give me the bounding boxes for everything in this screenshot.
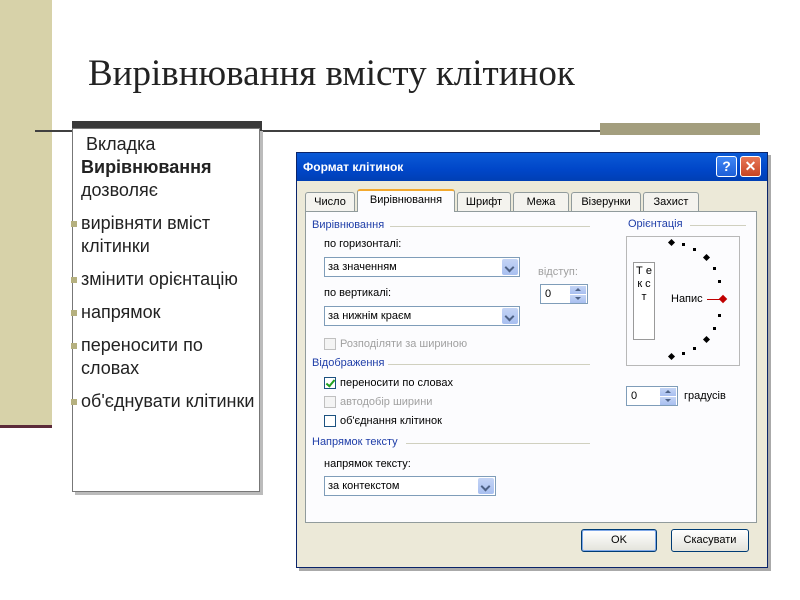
section-orientation: Орієнтація [628,218,683,230]
bullet-text: змінити орієнтацію [81,269,238,289]
vertical-text-button[interactable]: Т е к с т [633,262,655,340]
wrap-text-checkbox[interactable] [324,377,336,389]
tab-border[interactable]: Межа [513,192,569,211]
stepper-up-icon[interactable] [570,286,586,294]
bullet-marker [71,343,77,349]
dialog-title: Формат клітинок [303,160,404,174]
tab-alignment[interactable]: Вирівнювання [357,189,455,212]
cancel-button[interactable]: Скасувати [671,529,749,552]
dial-mark [713,267,716,270]
intro-suffix: дозволяє [81,180,158,200]
intro-bold: Вирівнювання [81,157,212,177]
dial-mark [667,352,676,361]
bullet-text: об'єднувати клітинки [81,391,255,411]
distribute-label: Розподіляти за шириною [340,338,468,350]
close-button[interactable]: ✕ [740,156,761,177]
bullet-item: об'єднувати клітинки [71,390,255,413]
tab-number[interactable]: Число [305,192,355,211]
orientation-dial[interactable]: Т е к с т Напис [626,236,740,366]
section-divider [690,225,746,226]
ok-button[interactable]: OK [581,529,657,552]
bullet-text: вирівняти вміст клітинки [81,213,211,256]
vertical-label: по вертикалі: [324,287,392,299]
degrees-label: градусів [684,390,726,402]
dial-mark [693,248,696,251]
chevron-down-icon[interactable] [478,478,494,494]
help-button[interactable]: ? [716,156,737,177]
bullet-marker [71,310,77,316]
indent-label: відступ: [538,266,578,278]
vertical-select-value: за нижнім краєм [328,310,412,322]
autofit-label: автодобір ширини [340,396,433,408]
horizontal-label: по горизонталі: [324,238,402,250]
vertical-select[interactable]: за нижнім краєм [324,306,520,326]
slide-intro: Вкладка Вирівнювання дозволяє [81,133,255,202]
tab-patterns[interactable]: Візерунки [571,192,641,211]
section-text-direction: Напрямок тексту [312,436,398,448]
horizontal-select[interactable]: за значенням [324,257,520,277]
merge-cells-label: об'єднання клітинок [340,415,442,427]
slide-left-bar-accent [0,425,52,428]
indent-stepper[interactable]: 0 [540,284,588,304]
dial-mark [682,243,685,246]
tab-font[interactable]: Шрифт [457,192,511,211]
chevron-down-icon[interactable] [502,308,518,324]
slide-left-bar [0,0,52,425]
title-rule-block-right [600,123,760,135]
merge-cells-checkbox[interactable] [324,415,336,427]
section-display: Відображення [312,357,385,369]
wrap-text-label: переносити по словах [340,377,454,389]
section-alignment: Вирівнювання [312,219,385,231]
bullet-item: змінити орієнтацію [71,268,255,291]
dial-mark [702,335,711,344]
degrees-value: 0 [631,390,638,402]
section-divider [406,443,590,444]
slide-title: Вирівнювання вмісту клітинок [88,53,575,94]
indent-value: 0 [545,288,552,300]
horizontal-select-value: за значенням [328,261,397,273]
dial-mark [693,347,696,350]
dial-mark [718,280,721,283]
direction-select-value: за контекстом [328,480,400,492]
stepper-down-icon[interactable] [660,397,676,405]
dial-mark [682,352,685,355]
chevron-down-icon[interactable] [502,259,518,275]
dial-mark [667,238,676,247]
bullet-item: вирівняти вміст клітинки [71,212,255,258]
dialog-titlebar[interactable]: Формат клітинок ? ✕ [297,153,767,181]
tab-protection[interactable]: Захист [643,192,699,211]
bullet-marker [71,221,77,227]
bullet-list: вирівняти вміст клітинки змінити орієнта… [71,212,255,413]
direction-select[interactable]: за контекстом [324,476,496,496]
dial-handle[interactable] [718,294,728,304]
dial-mark [702,253,711,262]
section-divider [388,364,590,365]
section-divider [390,226,590,227]
bullet-item: напрямок [71,301,255,324]
format-cells-dialog: Формат клітинок ? ✕ Число Вирівнювання Ш… [296,152,768,568]
distribute-checkbox[interactable] [324,338,336,350]
bullet-marker [71,399,77,405]
stepper-up-icon[interactable] [660,388,676,396]
autofit-checkbox[interactable] [324,396,336,408]
slide-text-box: Вкладка Вирівнювання дозволяє вирівняти … [71,128,260,492]
bullet-text: переносити по словах [81,335,203,378]
dial-label: Напис [671,293,703,305]
intro-prefix: Вкладка [86,134,156,154]
dial-mark [713,327,716,330]
bullet-text: напрямок [81,302,161,322]
degrees-stepper[interactable]: 0 [626,386,678,406]
bullet-marker [71,277,77,283]
dial-mark [718,314,721,317]
direction-label: напрямок тексту: [324,458,411,470]
alignment-panel: Вирівнювання по горизонталі: за значення… [305,211,757,523]
bullet-item: переносити по словах [71,334,255,380]
stepper-down-icon[interactable] [570,295,586,303]
